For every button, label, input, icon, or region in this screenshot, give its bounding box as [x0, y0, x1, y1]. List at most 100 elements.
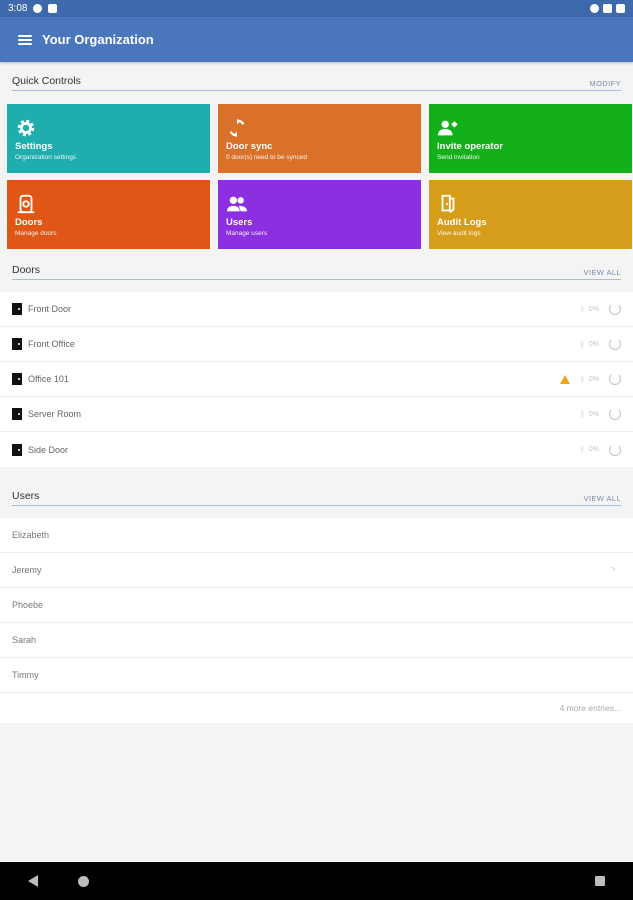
door-icon: [12, 303, 22, 315]
tile-subtitle: Organization settings: [15, 154, 77, 161]
battery-level: 0%: [588, 375, 599, 383]
user-name: Sarah: [12, 635, 37, 645]
battery-level: 0%: [588, 446, 599, 453]
back-icon[interactable]: [28, 875, 38, 887]
rss-icon: ◝: [611, 564, 616, 575]
door-icon: [12, 408, 22, 420]
tile-settings[interactable]: Settings Organization settings: [7, 104, 210, 173]
door-row[interactable]: Office 101 ᛒ 0%: [0, 362, 633, 397]
user-row[interactable]: Timmy: [0, 658, 633, 693]
doors-header: Doors VIEW ALL: [0, 249, 633, 279]
tile-title: Doors: [15, 217, 43, 228]
page-title: Your Organization: [42, 32, 154, 47]
user-name: Elizabeth: [12, 530, 50, 540]
tile-audit-logs[interactable]: Audit Logs View audit logs: [429, 180, 632, 249]
hamburger-menu-icon[interactable]: [18, 34, 32, 45]
warning-icon: [560, 374, 571, 384]
door-name: Side Door: [28, 444, 69, 455]
door-icon: [12, 443, 22, 456]
user-row[interactable]: Phoebe: [0, 588, 633, 623]
bluetooth-icon: ᛒ: [580, 304, 585, 314]
user-name: Phoebe: [12, 600, 44, 610]
tile-users[interactable]: Users Manage users: [218, 180, 421, 249]
sync-icon: [229, 118, 245, 138]
door-icon: [12, 338, 22, 350]
sync-icon[interactable]: [609, 338, 621, 350]
status-bar: 3:08: [0, 0, 633, 17]
bluetooth-icon: ᛒ: [580, 374, 585, 384]
modify-button[interactable]: MODIFY: [589, 79, 621, 90]
sd-card-icon: [48, 4, 58, 13]
more-entries-link[interactable]: 4 more entries...: [0, 693, 633, 723]
door-name: Office 101: [28, 374, 69, 384]
door-row[interactable]: Side Door ᛒ 0%: [0, 432, 633, 467]
bluetooth-icon: ᛒ: [580, 339, 585, 349]
users-view-all-button[interactable]: VIEW ALL: [584, 494, 621, 505]
users-divider: [12, 505, 621, 506]
door-row[interactable]: Front Office ᛒ 0%: [0, 327, 633, 362]
home-icon[interactable]: [78, 875, 89, 887]
user-name: Timmy: [12, 670, 39, 680]
recent-apps-icon[interactable]: [595, 876, 605, 886]
battery-level: 0%: [588, 410, 599, 418]
tile-title: Settings: [15, 141, 53, 152]
door-row[interactable]: Front Door ᛒ 0%: [0, 292, 633, 327]
tile-door-sync[interactable]: Door sync 0 door(s) need to be synced: [218, 104, 421, 173]
app-notification-icon: [33, 4, 43, 13]
users-label: Users: [12, 490, 40, 502]
users-header: Users VIEW ALL: [0, 467, 633, 505]
tile-title: Audit Logs: [437, 217, 487, 228]
door-row[interactable]: Server Room ᛒ 0%: [0, 397, 633, 432]
tile-subtitle: Send invitation: [437, 154, 480, 161]
user-row[interactable]: Jeremy ◝: [0, 553, 633, 588]
door-status: ᛒ 0%: [580, 443, 621, 456]
tile-doors[interactable]: Doors Manage doors: [7, 180, 210, 249]
user-name: Jeremy: [12, 565, 42, 575]
battery-level: 0%: [588, 340, 599, 348]
tile-title: Door sync: [226, 141, 273, 152]
tile-subtitle: 0 door(s) need to be synced: [226, 154, 307, 161]
cell-signal-icon: [603, 4, 612, 13]
user-row[interactable]: Elizabeth: [0, 518, 633, 553]
battery-icon: [616, 4, 625, 13]
quick-controls-header: Quick Controls MODIFY: [0, 62, 633, 90]
tile-subtitle: Manage doors: [15, 230, 57, 237]
users-list: Elizabeth Jeremy ◝ Phoebe Sarah Timmy 4 …: [0, 518, 633, 723]
doors-list: Front Door ᛒ 0% Front Office ᛒ 0% Office…: [0, 292, 633, 467]
sync-icon[interactable]: [609, 303, 621, 315]
doors-view-all-button[interactable]: VIEW ALL: [584, 268, 621, 279]
quick-controls-label: Quick Controls: [12, 75, 81, 87]
sync-icon[interactable]: [609, 373, 621, 385]
bluetooth-icon: ᛒ: [580, 409, 585, 419]
door-icon: [12, 373, 22, 385]
quick-controls-grid: Settings Organization settings Door sync…: [0, 91, 633, 249]
doors-divider: [12, 279, 621, 280]
wifi-icon: [590, 4, 599, 13]
user-row[interactable]: Sarah: [0, 623, 633, 658]
tile-invite-operator[interactable]: Invite operator Send invitation: [429, 104, 632, 173]
tile-subtitle: View audit logs: [437, 230, 481, 237]
app-bar: Your Organization: [0, 17, 633, 62]
tile-title: Invite operator: [437, 141, 503, 152]
status-time: 3:08: [8, 3, 28, 14]
gear-icon: [17, 119, 35, 137]
logs-icon: [441, 194, 455, 213]
door-status: ᛒ 0%: [580, 338, 621, 350]
doors-label: Doors: [12, 264, 41, 276]
users-icon: [226, 196, 248, 212]
door-name: Server Room: [28, 409, 82, 419]
tile-title: Users: [226, 217, 253, 228]
door-name: Front Door: [28, 304, 72, 314]
battery-level: 0%: [588, 305, 599, 313]
door-status: ᛒ 0%: [580, 303, 621, 315]
sync-icon[interactable]: [609, 443, 621, 456]
sync-icon[interactable]: [609, 408, 621, 420]
bluetooth-icon: ᛒ: [580, 445, 585, 454]
door-icon: [17, 194, 35, 214]
door-name: Front Office: [28, 339, 75, 349]
add-user-icon: [437, 120, 458, 136]
more-entries-text: 4 more entries...: [559, 703, 621, 713]
door-status: ᛒ 0%: [560, 373, 621, 385]
tile-subtitle: Manage users: [226, 230, 268, 237]
door-status: ᛒ 0%: [580, 408, 621, 420]
